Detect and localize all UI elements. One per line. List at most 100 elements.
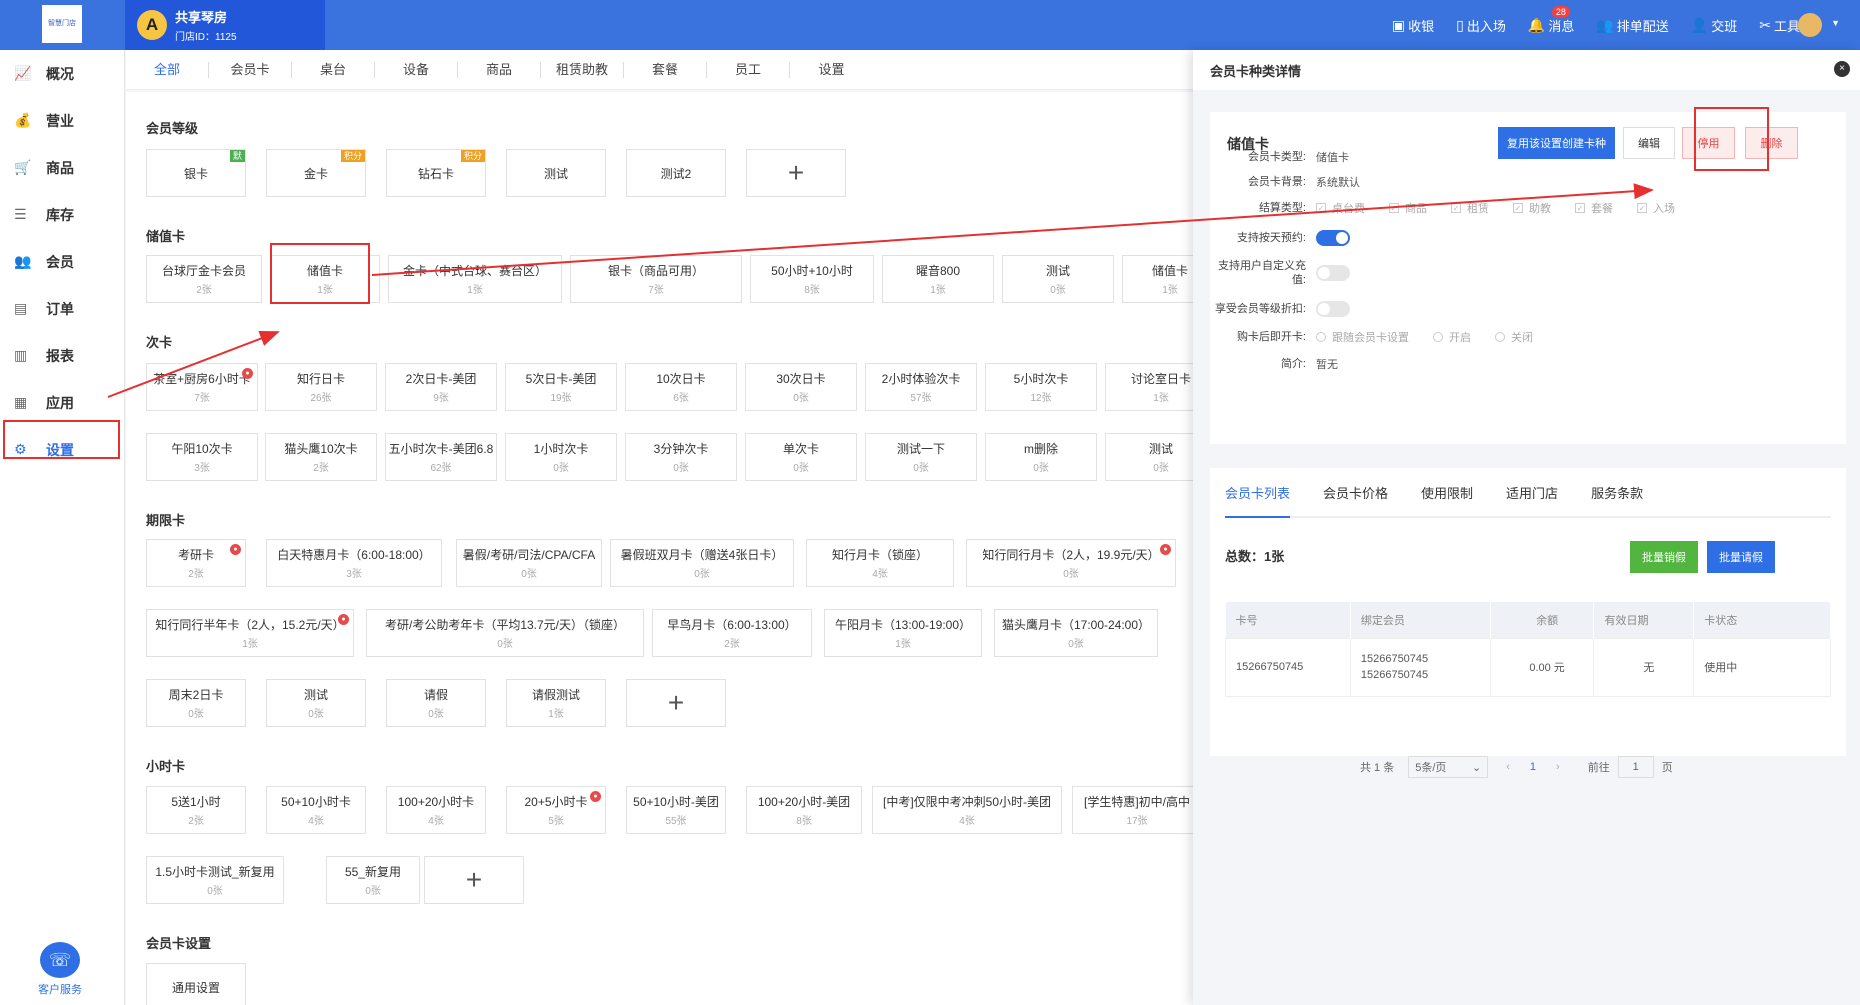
- panel-tab-4[interactable]: 服务条款: [1591, 467, 1643, 517]
- sidebar-item-0[interactable]: 📈 概况: [0, 50, 124, 97]
- settle-option-checkbox[interactable]: ✓ 套餐: [1575, 200, 1613, 216]
- settle-option-checkbox[interactable]: ✓ 租赁: [1451, 200, 1489, 216]
- settle-option-checkbox[interactable]: ✓ 商品: [1389, 200, 1427, 216]
- member-card[interactable]: 1.5小时卡测试_新复用 0张: [146, 856, 284, 904]
- member-card[interactable]: 通用设置: [146, 963, 246, 1005]
- tab-4[interactable]: 商品: [458, 61, 541, 78]
- sidebar-item-3[interactable]: ☰ 库存: [0, 191, 124, 238]
- member-card[interactable]: 金卡（中式台球、赛台区） 1张: [388, 255, 562, 303]
- member-card[interactable]: 100+20小时卡 4张: [386, 786, 486, 834]
- member-card[interactable]: 钻石卡 积分: [386, 149, 486, 197]
- member-card[interactable]: 午阳10次卡 3张: [146, 433, 258, 481]
- customer-service-button[interactable]: ☏ 客户服务: [38, 942, 82, 997]
- next-page-icon[interactable]: ›: [1556, 761, 1560, 773]
- sidebar-item-2[interactable]: 🛒 商品: [0, 144, 124, 191]
- panel-tab-0[interactable]: 会员卡列表: [1225, 468, 1291, 518]
- member-card[interactable]: 50+10小时-美团 55张: [626, 786, 726, 834]
- topnav-users[interactable]: 👥 排单配送: [1596, 16, 1668, 35]
- member-card[interactable]: 测试2: [626, 149, 726, 197]
- member-card[interactable]: 2次日卡-美团 9张: [385, 363, 497, 411]
- page-size-select[interactable]: 5条/页 ⌄: [1408, 756, 1489, 778]
- topnav-bell[interactable]: 🔔 消息 28: [1528, 5, 1574, 35]
- custom-recharge-toggle[interactable]: [1316, 265, 1350, 281]
- tab-2[interactable]: 桌台: [292, 61, 375, 78]
- sidebar-item-5[interactable]: ▤ 订单: [0, 285, 124, 332]
- member-card[interactable]: 白天特惠月卡（6:00-18:00） 3张: [266, 539, 442, 587]
- member-card[interactable]: 曜音800 1张: [882, 255, 994, 303]
- member-card[interactable]: 100+20小时-美团 8张: [746, 786, 862, 834]
- member-card[interactable]: 银卡（商品可用） 7张: [570, 255, 742, 303]
- member-card[interactable]: 茶室+厨房6小时卡 7张 ●: [146, 363, 258, 411]
- close-icon[interactable]: ×: [1834, 61, 1850, 77]
- member-card[interactable]: 午阳月卡（13:00-19:00） 1张: [824, 609, 982, 657]
- prev-page-icon[interactable]: ‹: [1506, 761, 1510, 773]
- member-card[interactable]: 5小时次卡 12张: [985, 363, 1097, 411]
- sidebar-item-6[interactable]: ▥ 报表: [0, 332, 124, 379]
- member-card[interactable]: 暑假班双月卡（赠送4张日卡） 0张: [610, 539, 794, 587]
- goto-page-input[interactable]: 1: [1617, 756, 1654, 778]
- member-card[interactable]: 知行同行半年卡（2人，15.2元/天） 1张 ●: [146, 609, 354, 657]
- member-card[interactable]: 50+10小时卡 4张: [266, 786, 366, 834]
- tab-3[interactable]: 设备: [375, 61, 458, 78]
- member-card[interactable]: 测试 0张: [1105, 433, 1193, 481]
- member-card[interactable]: 金卡 积分: [266, 149, 366, 197]
- member-card[interactable]: 30次日卡 0张: [745, 363, 857, 411]
- member-card[interactable]: 请假 0张: [386, 679, 486, 727]
- member-card[interactable]: 五小时次卡-美团6.8 62张: [385, 433, 497, 481]
- member-card[interactable]: 测试 0张: [1002, 255, 1114, 303]
- user-avatar[interactable]: [1798, 13, 1822, 37]
- member-card[interactable]: 20+5小时卡 5张 ●: [506, 786, 606, 834]
- member-card[interactable]: 周末2日卡 0张: [146, 679, 246, 727]
- member-card[interactable]: 50小时+10小时 8张: [750, 255, 874, 303]
- open-option-radio[interactable]: 关闭: [1495, 329, 1533, 345]
- topnav-cashier[interactable]: ▣ 收银: [1392, 16, 1434, 35]
- member-card[interactable]: 10次日卡 6张: [625, 363, 737, 411]
- member-card[interactable]: 台球厅金卡会员 2张: [146, 255, 262, 303]
- member-card[interactable]: 3分钟次卡 0张: [625, 433, 737, 481]
- tab-7[interactable]: 员工: [707, 61, 790, 78]
- tab-8[interactable]: 设置: [790, 62, 873, 78]
- panel-tab-3[interactable]: 适用门店: [1506, 467, 1558, 517]
- member-card[interactable]: [中考]仅限中考冲刺50小时-美团 4张: [872, 786, 1062, 834]
- page-number[interactable]: 1: [1530, 761, 1536, 773]
- topnav-door[interactable]: ▯ 出入场: [1456, 16, 1506, 35]
- settle-option-checkbox[interactable]: ✓ 桌台费: [1316, 200, 1365, 216]
- member-card[interactable]: 1小时次卡 0张: [505, 433, 617, 481]
- member-card[interactable]: 请假测试 1张: [506, 679, 606, 727]
- settle-option-checkbox[interactable]: ✓ 助教: [1513, 200, 1551, 216]
- tab-0[interactable]: 全部: [126, 61, 209, 78]
- member-card[interactable]: [学生特惠]初中/高中 17张: [1072, 786, 1193, 834]
- tab-5[interactable]: 租赁助教: [541, 61, 624, 78]
- sidebar-item-4[interactable]: 👥 会员: [0, 238, 124, 285]
- batch-leave-button[interactable]: 批量请假: [1707, 541, 1775, 573]
- topnav-tools[interactable]: ✂ 工具: [1759, 16, 1800, 35]
- member-card[interactable]: 讨论室日卡 1张: [1105, 363, 1193, 411]
- topnav-handover[interactable]: 👤 交班: [1691, 16, 1737, 35]
- member-card[interactable]: 猫头鹰10次卡 2张: [265, 433, 377, 481]
- sidebar-item-1[interactable]: 💰 营业: [0, 97, 124, 144]
- batch-cancel-leave-button[interactable]: 批量销假: [1630, 541, 1698, 573]
- panel-tab-2[interactable]: 使用限制: [1421, 467, 1473, 517]
- chevron-down-icon[interactable]: ▼: [1831, 18, 1840, 28]
- member-card[interactable]: 5次日卡-美团 19张: [505, 363, 617, 411]
- member-card[interactable]: 知行同行月卡（2人，19.9元/天） 0张 ●: [966, 539, 1176, 587]
- add-card-button[interactable]: +: [626, 679, 726, 727]
- member-card[interactable]: 测试一下 0张: [865, 433, 977, 481]
- member-card[interactable]: 考研/考公助考年卡（平均13.7元/天）（锁座） 0张: [366, 609, 644, 657]
- member-card[interactable]: 猫头鹰月卡（17:00-24:00） 0张: [994, 609, 1158, 657]
- open-option-radio[interactable]: 开启: [1433, 329, 1471, 345]
- member-card[interactable]: 测试 0张: [266, 679, 366, 727]
- member-card[interactable]: 5送1小时 2张: [146, 786, 246, 834]
- member-card[interactable]: 考研卡 2张 ●: [146, 539, 246, 587]
- member-card[interactable]: 早鸟月卡（6:00-13:00） 2张: [652, 609, 812, 657]
- panel-tab-1[interactable]: 会员卡价格: [1323, 467, 1388, 517]
- settle-option-checkbox[interactable]: ✓ 入场: [1637, 200, 1675, 216]
- shop-switcher[interactable]: A 共享琴房 门店ID：1125: [125, 0, 325, 50]
- member-card[interactable]: 储值卡 1张: [1122, 255, 1193, 303]
- member-card[interactable]: m删除 0张: [985, 433, 1097, 481]
- add-card-button[interactable]: +: [424, 856, 524, 904]
- sidebar-item-7[interactable]: ▦ 应用: [0, 379, 124, 426]
- app-logo[interactable]: 智慧门店: [42, 5, 82, 43]
- member-card[interactable]: 测试: [506, 149, 606, 197]
- member-card[interactable]: 2小时体验次卡 57张: [865, 363, 977, 411]
